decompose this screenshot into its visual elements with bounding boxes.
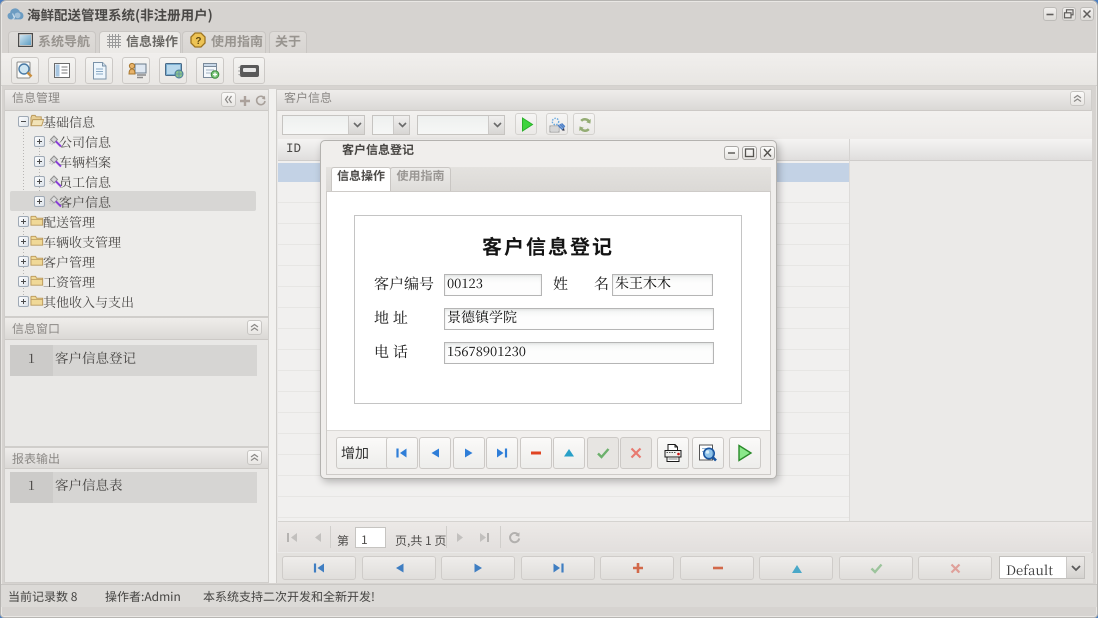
svg-text:?: ? — [195, 36, 201, 47]
